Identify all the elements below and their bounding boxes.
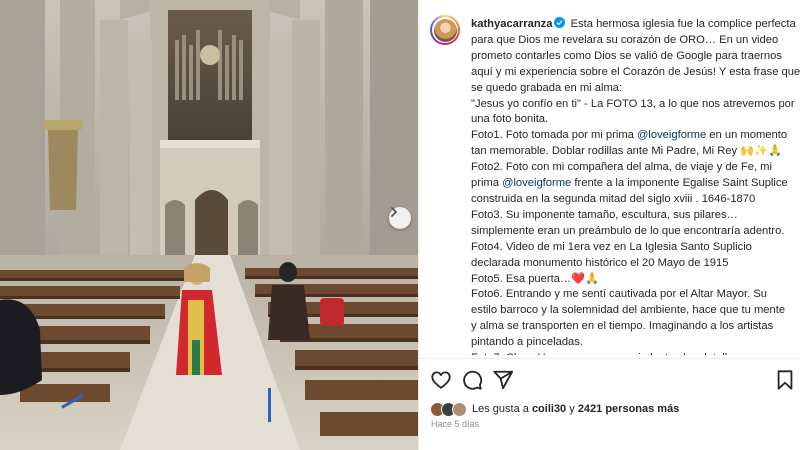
comment-icon [463, 370, 483, 390]
caption-line: "Jesus yo confío en ti" - La FOTO 13, a … [471, 97, 795, 110]
divider [419, 358, 800, 359]
caption-line: estilo barroco y la solemnidad del ambie… [471, 304, 786, 317]
caption-line: tan memorable. Doblar rodillas ante Mi P… [471, 145, 783, 158]
comment-button[interactable] [461, 369, 483, 391]
post-timestamp: Hace 5 días [431, 419, 480, 429]
caption-line: declarada monumento histórico el 20 Mayo… [471, 256, 729, 269]
bookmark-icon [777, 370, 793, 390]
liker-avatars [430, 401, 467, 417]
likes-count[interactable]: 2421 personas más [578, 403, 680, 415]
likes-summary[interactable]: Les gusta a coili30 y 2421 personas más [430, 400, 679, 418]
caption-line: Foto5. Esa puerta…❤️🙏 [471, 272, 599, 285]
liker-username[interactable]: coili30 [532, 403, 566, 415]
caption-line: simplemente eran un preámbulo de lo que … [471, 224, 785, 237]
post-photo [0, 0, 418, 450]
carousel-next-button[interactable] [389, 207, 411, 229]
liker-avatar [452, 401, 467, 417]
caption-line: Foto7. Close Up, para que vean sin lente… [471, 351, 800, 355]
caption-line: kathyacarranza Esta hermosa iglesia fue … [471, 17, 796, 30]
caption-line: pintando a pinceladas. [471, 336, 583, 349]
caption-line: Foto4. Video de mi 1era vez en La Iglesi… [471, 240, 752, 253]
chevron-right-icon [391, 207, 397, 217]
caption-line: aquí y mi experiencia sobre el Corazón d… [471, 65, 800, 78]
caption-line: prometo contarles como Dios se valió de … [471, 49, 782, 62]
author-avatar[interactable] [430, 15, 460, 45]
likes-connector: y [569, 403, 575, 415]
save-button[interactable] [774, 369, 796, 391]
church-interior-image [0, 0, 418, 450]
caption-line: se quedo grabada en mi alma: [471, 81, 623, 94]
verified-badge-icon [554, 17, 566, 28]
share-icon [493, 370, 514, 390]
caption-line: Foto2. Foto con mi compañera del alma, d… [471, 161, 772, 174]
caption-line: y alma se transporten en el tiempo. Imag… [471, 320, 774, 333]
caption-line: construida en la segunda mitad del siglo… [471, 192, 756, 205]
mention-link[interactable]: @loveigforme [502, 177, 571, 189]
author-username[interactable]: kathyacarranza [471, 18, 552, 30]
caption-line: para que Dios me revelara su corazón de … [471, 33, 779, 46]
caption-line: prima @loveigforme frente a la imponente… [471, 177, 788, 190]
caption-line: una foto bonita. [471, 113, 549, 126]
post-caption: kathyacarranza Esta hermosa iglesia fue … [471, 17, 800, 355]
caption-line: Foto3. Su imponente tamaño, escultura, s… [471, 208, 738, 221]
caption-line: Foto6. Entrando y me sentí cautivada por… [471, 288, 768, 301]
likes-prefix: Les gusta a [472, 403, 529, 415]
mention-link[interactable]: @loveigforme [637, 129, 706, 141]
post-side-panel: kathyacarranza Esta hermosa iglesia fue … [418, 0, 800, 450]
caption-line: Foto1. Foto tomada por mi prima @loveigf… [471, 129, 788, 142]
like-button[interactable] [430, 369, 452, 391]
post-actions-bar [419, 366, 800, 394]
share-button[interactable] [492, 369, 514, 391]
heart-icon [431, 371, 451, 389]
